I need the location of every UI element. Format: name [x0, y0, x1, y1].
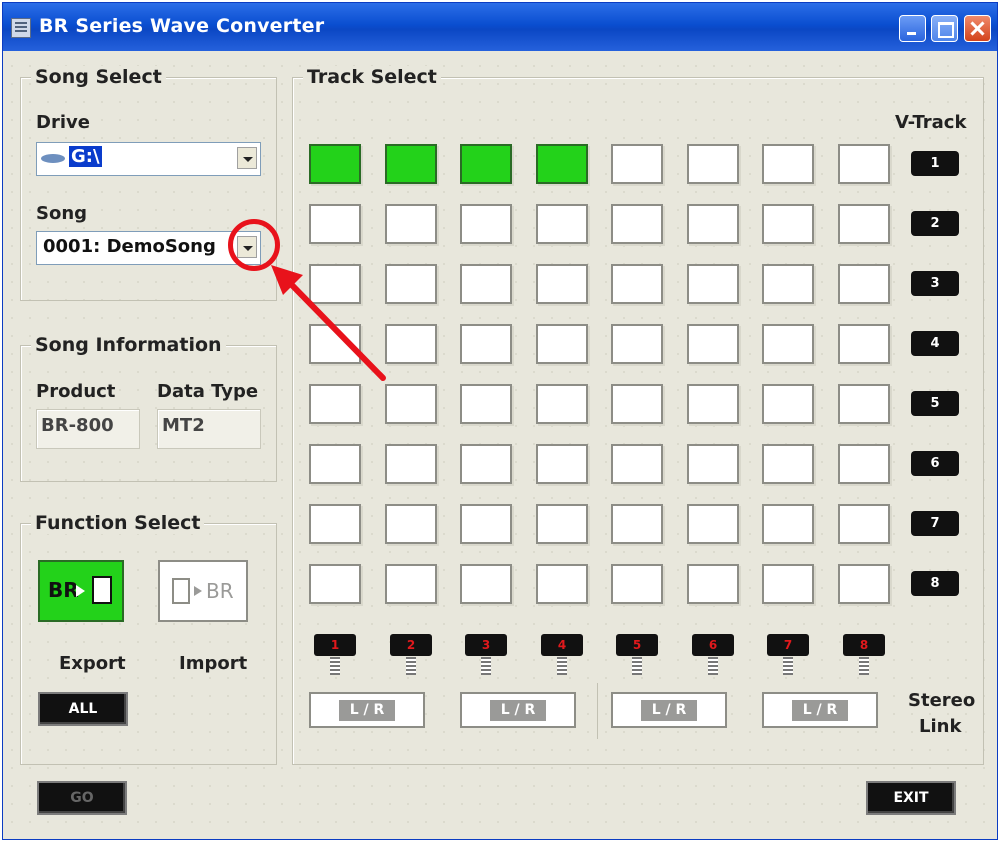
annotation-arrow — [271, 265, 386, 381]
app-window: BR Series Wave Converter Song Select Dri… — [2, 2, 998, 840]
